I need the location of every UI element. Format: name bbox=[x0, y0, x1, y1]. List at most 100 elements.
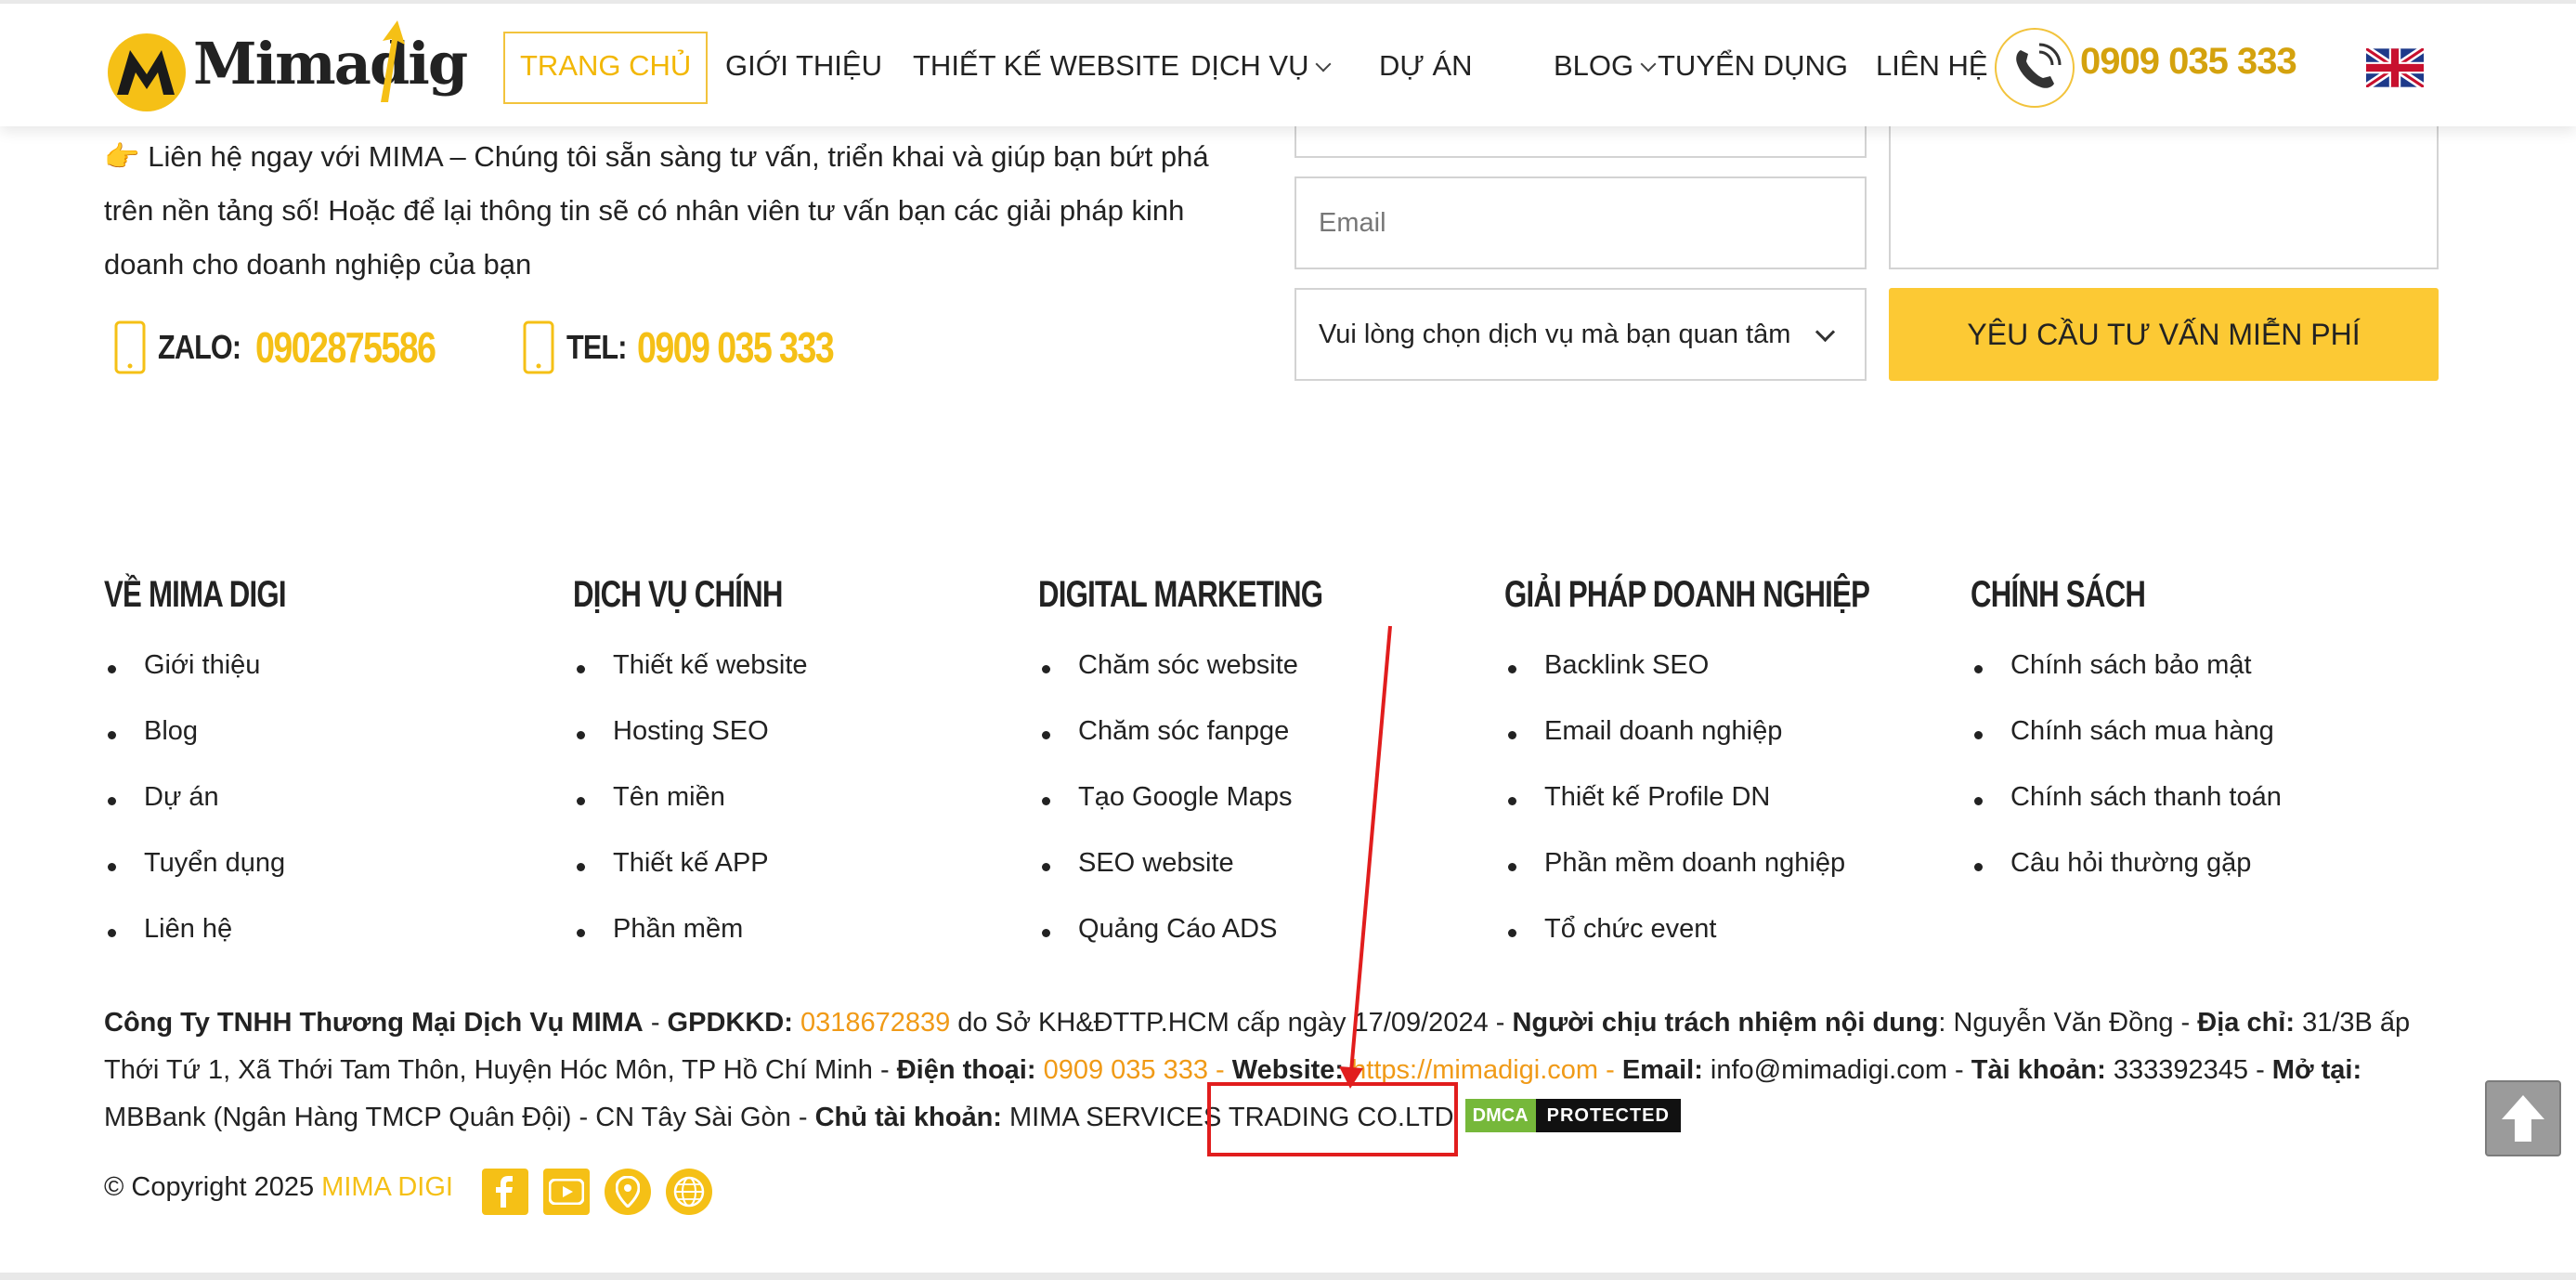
footer-link[interactable]: Câu hỏi thường gặp bbox=[1972, 848, 2282, 914]
globe-icon[interactable] bbox=[666, 1169, 712, 1215]
contact-intro: 👉 Liên hệ ngay với MIMA – Chúng tôi sẵn … bbox=[104, 130, 1246, 292]
footer-link[interactable]: Thiết kế website bbox=[575, 650, 808, 716]
service-select-value: Vui lòng chọn dịch vụ mà bạn quan tâm bbox=[1319, 320, 1791, 349]
footer-link-list: Chăm sóc website Chăm sóc fanpge Tạo Googl… bbox=[1040, 650, 1298, 980]
footer-column-title: CHÍNH SÁCH bbox=[1971, 574, 2146, 615]
page-bottom-bar bbox=[0, 1273, 2576, 1280]
footer-link[interactable]: Tạo Google Maps bbox=[1040, 782, 1298, 848]
website-link[interactable]: https://mimadigi.com - bbox=[1344, 1055, 1622, 1085]
account-label: Tài khoản: bbox=[1971, 1055, 2106, 1085]
footer-link[interactable]: Phần mềm doanh nghiệp bbox=[1506, 848, 1845, 914]
tel-contact[interactable]: TEL: 0909 035 333 bbox=[522, 320, 876, 375]
footer-link[interactable]: Blog bbox=[106, 716, 285, 782]
footer-link[interactable]: Quảng Cáo ADS bbox=[1040, 914, 1298, 980]
phone-label: Điện thoại: bbox=[896, 1055, 1036, 1085]
footer-link[interactable]: Hosting SEO bbox=[575, 716, 808, 782]
nav-du-an[interactable]: DỰ ÁN bbox=[1379, 32, 1473, 100]
email-field[interactable]: Email bbox=[1295, 176, 1867, 269]
zalo-number[interactable]: 0902875586 bbox=[255, 322, 436, 372]
nav-dich-vu[interactable]: DỊCH VỤ bbox=[1190, 32, 1332, 100]
footer-link[interactable]: Chính sách bảo mật bbox=[1972, 650, 2282, 716]
footer-link[interactable]: Phần mềm bbox=[575, 914, 808, 980]
nav-gioi-thieu[interactable]: GIỚI THIỆU bbox=[725, 32, 882, 100]
footer-link[interactable]: Thiết kế Profile DN bbox=[1506, 782, 1845, 848]
email-value[interactable]: info@mimadigi.com - bbox=[1703, 1055, 1971, 1085]
company-name: Công Ty TNHH Thương Mại Dịch Vụ MIMA bbox=[104, 1008, 644, 1038]
bank-value: MBBank (Ngân Hàng TMCP Quân Đội) - CN Tâ… bbox=[104, 1103, 815, 1132]
footer-link[interactable]: Tuyển dụng bbox=[106, 848, 285, 914]
footer-column-title: DIGITAL MARKETING bbox=[1038, 574, 1323, 615]
phone-icon[interactable] bbox=[1995, 28, 2075, 108]
copyright-brand[interactable]: MIMA DIGI bbox=[321, 1172, 453, 1202]
footer-link[interactable]: Thiết kế APP bbox=[575, 848, 808, 914]
message-field[interactable] bbox=[1889, 102, 2439, 269]
chevron-down-icon bbox=[1315, 56, 1332, 72]
facebook-icon[interactable] bbox=[482, 1169, 528, 1215]
service-select[interactable]: Vui lòng chọn dịch vụ mà bạn quan tâm bbox=[1295, 288, 1867, 381]
separator: - bbox=[643, 1008, 668, 1038]
mobile-icon bbox=[523, 320, 554, 374]
pointing-hand-icon: 👉 bbox=[104, 140, 140, 173]
footer-link[interactable]: Chính sách mua hàng bbox=[1972, 716, 2282, 782]
footer-link[interactable]: Tổ chức event bbox=[1506, 914, 1845, 980]
submit-consult-button[interactable]: YÊU CẦU TƯ VẤN MIỄN PHÍ bbox=[1889, 288, 2439, 381]
flag-uk-icon[interactable] bbox=[2366, 48, 2424, 87]
site-logo[interactable]: Mimadig bbox=[104, 19, 468, 115]
gpdkkd-label: GPDKKD: bbox=[667, 1008, 793, 1038]
footer-link-list: Backlink SEO Email doanh nghiệp Thiết kế P… bbox=[1506, 650, 1845, 980]
owner-label: Chủ tài khoản: bbox=[814, 1103, 1002, 1132]
footer-link[interactable]: Email doanh nghiệp bbox=[1506, 716, 1845, 782]
nav-blog-label: BLOG bbox=[1554, 49, 1634, 82]
zalo-label: ZALO: bbox=[158, 328, 241, 366]
dmca-left-text: DMCA bbox=[1464, 1099, 1536, 1133]
nav-tuyen-dung[interactable]: TUYỂN DỤNG bbox=[1658, 32, 1848, 100]
site-header: Mimadig TRANG CHỦ GIỚI THIỆU THIẾT KẾ WE… bbox=[0, 0, 2576, 126]
youtube-icon[interactable] bbox=[543, 1169, 590, 1215]
footer-column-title: DỊCH VỤ CHÍNH bbox=[573, 574, 783, 615]
nav-thiet-ke-website[interactable]: THIẾT KẾ WEBSITE bbox=[913, 32, 1179, 100]
footer-link[interactable]: Chăm sóc website bbox=[1040, 650, 1298, 716]
account-value: 333392345 - bbox=[2105, 1055, 2272, 1085]
logo-mark-icon bbox=[108, 33, 186, 111]
footer-link[interactable]: Backlink SEO bbox=[1506, 650, 1845, 716]
location-icon[interactable] bbox=[605, 1169, 651, 1215]
footer-link-list: Chính sách bảo mật Chính sách mua hàng Chí… bbox=[1972, 650, 2282, 914]
facebook-glyph-icon bbox=[496, 1176, 513, 1208]
scroll-to-top-button[interactable] bbox=[2485, 1080, 2561, 1156]
logo-arrow-icon bbox=[381, 20, 405, 102]
responsible-label: Người chịu trách nhiệm nội dung bbox=[1512, 1008, 1939, 1038]
footer-link[interactable]: Liên hệ bbox=[106, 914, 285, 980]
footer-link[interactable]: Chăm sóc fanpge bbox=[1040, 716, 1298, 782]
footer-link[interactable]: Dự án bbox=[106, 782, 285, 848]
dmca-badge[interactable]: DMCA PROTECTED bbox=[1464, 1099, 1681, 1133]
footer-link-list: Thiết kế website Hosting SEO Tên miền Thiết… bbox=[575, 650, 808, 980]
gpdkkd-note: do Sở KH&ĐTTP.HCM cấp ngày 17/09/2024 - bbox=[950, 1008, 1513, 1038]
header-hotline[interactable]: 0909 035 333 bbox=[2080, 41, 2297, 83]
footer-link[interactable]: Giới thiệu bbox=[106, 650, 285, 716]
email-placeholder: Email bbox=[1319, 208, 1386, 238]
location-glyph-icon bbox=[616, 1176, 640, 1208]
copyright-text: © Copyright 2025 bbox=[104, 1172, 322, 1202]
nav-trang-chu[interactable]: TRANG CHỦ bbox=[503, 32, 709, 104]
nav-lien-he[interactable]: LIÊN HỆ bbox=[1876, 32, 1988, 100]
globe-glyph-icon bbox=[673, 1176, 705, 1208]
contact-intro-text: Liên hệ ngay với MIMA – Chúng tôi sẵn sà… bbox=[104, 140, 1209, 281]
zalo-contact[interactable]: ZALO: 0902875586 bbox=[113, 320, 475, 375]
chevron-down-icon bbox=[1815, 321, 1836, 343]
footer-column-title: VỀ MIMA DIGI bbox=[104, 574, 287, 615]
arrow-up-icon bbox=[2502, 1095, 2544, 1142]
logo-text: Mimadig bbox=[193, 30, 468, 98]
youtube-glyph-icon bbox=[549, 1179, 584, 1205]
nav-dich-vu-label: DỊCH VỤ bbox=[1190, 49, 1309, 82]
footer-link[interactable]: Tên miền bbox=[575, 782, 808, 848]
tel-number[interactable]: 0909 035 333 bbox=[637, 322, 835, 372]
nav-blog[interactable]: BLOG bbox=[1554, 32, 1657, 100]
chevron-down-icon bbox=[1640, 56, 1657, 72]
phone-glyph-icon bbox=[2016, 43, 2062, 88]
footer-link[interactable]: Chính sách thanh toán bbox=[1972, 782, 2282, 848]
bank-label: Mở tại: bbox=[2271, 1055, 2362, 1085]
email-label: Email: bbox=[1621, 1055, 1703, 1085]
phone-value[interactable]: 0909 035 333 - bbox=[1036, 1055, 1232, 1085]
footer-link[interactable]: SEO website bbox=[1040, 848, 1298, 914]
website-label: Website: bbox=[1231, 1055, 1345, 1085]
